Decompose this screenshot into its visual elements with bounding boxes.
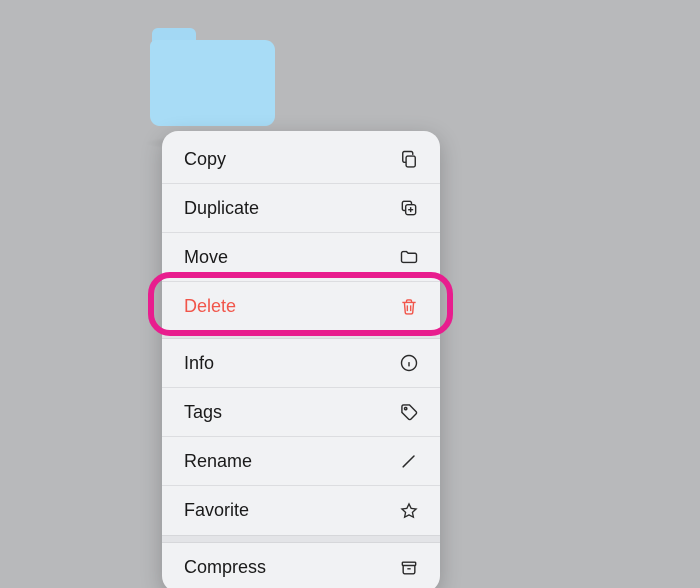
archive-icon — [398, 557, 420, 579]
duplicate-icon — [398, 197, 420, 219]
trash-icon — [398, 296, 420, 318]
copy-icon — [398, 148, 420, 170]
menu-item-label: Compress — [184, 557, 266, 578]
star-icon — [398, 500, 420, 522]
menu-item-label: Move — [184, 247, 228, 268]
menu-item-label: Favorite — [184, 500, 249, 521]
info-icon — [398, 352, 420, 374]
menu-item-duplicate[interactable]: Duplicate — [162, 184, 440, 233]
menu-separator — [162, 331, 440, 339]
menu-item-delete[interactable]: Delete — [162, 282, 440, 331]
menu-item-label: Delete — [184, 296, 236, 317]
menu-item-info[interactable]: Info — [162, 339, 440, 388]
context-menu: Copy Duplicate Move Delete — [162, 131, 440, 588]
menu-item-label: Tags — [184, 402, 222, 423]
tag-icon — [398, 401, 420, 423]
folder-body — [150, 40, 275, 126]
folder-icon — [398, 246, 420, 268]
menu-item-favorite[interactable]: Favorite — [162, 486, 440, 535]
menu-item-move[interactable]: Move — [162, 233, 440, 282]
pencil-icon — [398, 450, 420, 472]
menu-separator — [162, 535, 440, 543]
menu-item-label: Copy — [184, 149, 226, 170]
folder[interactable] — [150, 28, 275, 128]
menu-item-rename[interactable]: Rename — [162, 437, 440, 486]
menu-item-copy[interactable]: Copy — [162, 135, 440, 184]
menu-item-label: Rename — [184, 451, 252, 472]
menu-item-tags[interactable]: Tags — [162, 388, 440, 437]
menu-item-label: Info — [184, 353, 214, 374]
menu-item-label: Duplicate — [184, 198, 259, 219]
menu-item-compress[interactable]: Compress — [162, 543, 440, 588]
